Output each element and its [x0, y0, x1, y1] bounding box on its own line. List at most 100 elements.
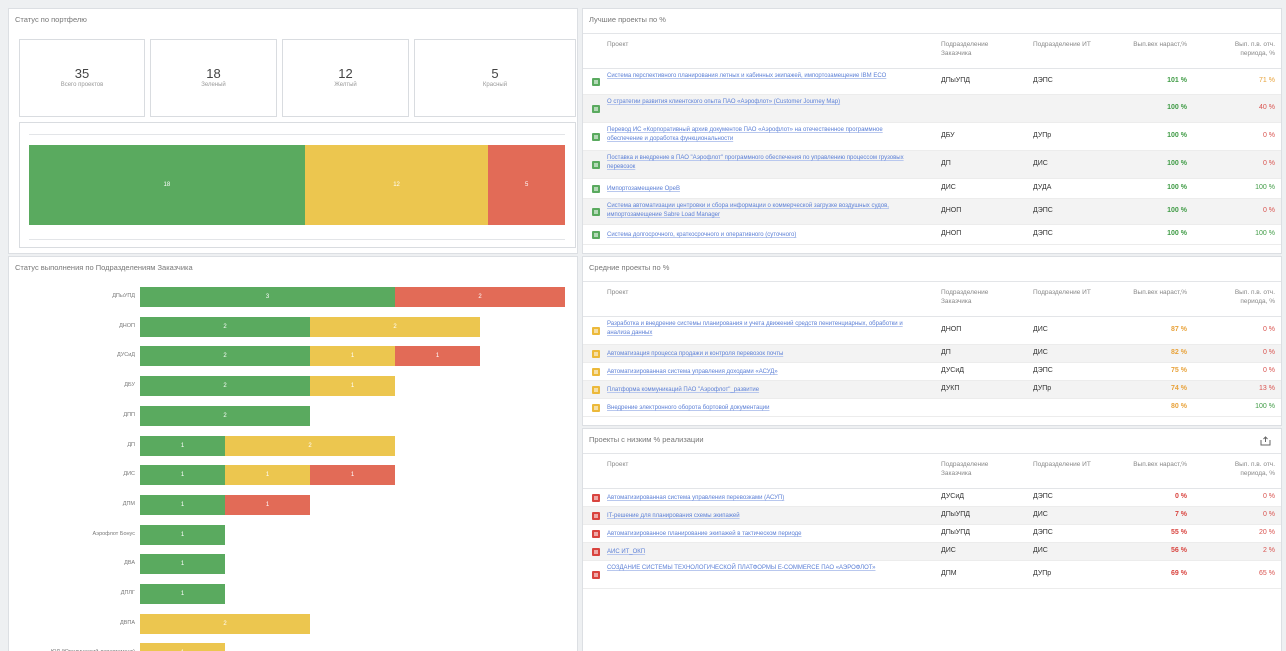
cumulative-pct-cell: 7 % — [1174, 511, 1187, 518]
low-title: Проекты с низким % реализации — [589, 435, 704, 444]
table-row[interactable]: Разработка и внедрение системы планирова… — [583, 317, 1281, 345]
division-bar-yellow[interactable]: 2 — [225, 435, 395, 456]
stat-green-label: Зеленый — [201, 82, 226, 88]
portfolio-bar-segment[interactable]: 5 — [488, 145, 565, 225]
table-row[interactable]: Система долгосрочного, краткосрочного и … — [583, 225, 1281, 245]
division-bar-green[interactable]: 3 — [140, 287, 395, 307]
project-link[interactable]: Поставка и внедрение в ПАО "Аэрофлот" пр… — [607, 154, 917, 172]
status-indicator — [592, 530, 600, 538]
portfolio-stacked-bar: 18 12 5 — [29, 145, 565, 225]
portfolio-bar-segment[interactable]: 12 — [304, 145, 489, 225]
it-division-cell: ДУПр — [1033, 570, 1052, 577]
project-link[interactable]: IT-решение для планирования схемы экипаж… — [607, 512, 917, 521]
division-bar-green[interactable]: 2 — [140, 316, 310, 337]
division-bar-green[interactable]: 1 — [140, 435, 225, 456]
table-row[interactable]: Система автоматизации центровки и сбора … — [583, 199, 1281, 225]
table-row[interactable]: Автоматизированное планирование экипажей… — [583, 525, 1281, 543]
division-bar-green[interactable]: 1 — [140, 494, 225, 515]
it-division-cell: ДИС — [1033, 160, 1048, 167]
table-row[interactable]: IT-решение для планирования схемы экипаж… — [583, 507, 1281, 525]
stat-total[interactable]: 35 Всего проектов — [19, 39, 145, 117]
division-bar-red[interactable]: 1 — [225, 494, 310, 515]
cumulative-pct-cell: 74 % — [1171, 385, 1187, 392]
stat-red[interactable]: 5 Красный — [414, 39, 576, 117]
customer-division-cell: ДПыУПД — [941, 529, 971, 536]
division-bar-green[interactable]: 2 — [140, 405, 310, 426]
project-link[interactable]: АИС ИТ_ОКП — [607, 548, 917, 557]
table-row[interactable]: Импортозамещение OpeB ДИС ДУДА 100 % 100 % — [583, 179, 1281, 199]
mid-title: Средние проекты по % — [589, 263, 670, 272]
project-link[interactable]: Система долгосрочного, краткосрочного и … — [607, 231, 917, 240]
division-bar-red[interactable]: 1 — [395, 346, 480, 367]
table-row[interactable]: СОЗДАНИЕ СИСТЕМЫ ТЕХНОЛОГИЧЕСКОЙ ПЛАТФОР… — [583, 561, 1281, 589]
col-it-division: Подразделение ИТ — [1033, 461, 1091, 468]
customer-division-cell: ДНОП — [941, 230, 962, 237]
customer-division-cell: ДУСиД — [941, 493, 964, 500]
table-row[interactable]: Поставка и внедрение в ПАО "Аэрофлот" пр… — [583, 151, 1281, 179]
stat-yellow[interactable]: 12 Желтый — [282, 39, 409, 117]
cumulative-pct-cell: 100 % — [1167, 132, 1187, 139]
project-link[interactable]: Автоматизированная система управления пе… — [607, 494, 917, 503]
division-bar-yellow[interactable]: 1 — [310, 346, 395, 367]
cumulative-pct-cell: 101 % — [1167, 77, 1187, 84]
division-bar-yellow[interactable]: 1 — [310, 376, 395, 397]
period-pct-cell: 0 % — [1262, 349, 1275, 356]
table-row[interactable]: Система перспективного планирования летн… — [583, 69, 1281, 95]
project-link[interactable]: СОЗДАНИЕ СИСТЕМЫ ТЕХНОЛОГИЧЕСКОЙ ПЛАТФОР… — [607, 564, 917, 573]
table-row[interactable]: Внедрение электронного оборота бортовой … — [583, 399, 1281, 417]
project-link[interactable]: Платформа коммуникаций ПАО "Аэрофлот"_ра… — [607, 386, 917, 395]
division-bar-green[interactable]: 1 — [140, 524, 225, 545]
division-bar-green[interactable]: 2 — [140, 346, 310, 367]
portfolio-bar-segment[interactable]: 18 — [29, 145, 305, 225]
stat-yellow-label: Желтый — [334, 82, 357, 88]
cumulative-pct-cell: 80 % — [1171, 403, 1187, 410]
table-row[interactable]: Автоматизированная система управления пе… — [583, 489, 1281, 507]
project-link[interactable]: Автоматизированная система управления до… — [607, 368, 917, 377]
customer-division-cell: ДП — [941, 349, 951, 356]
col-customer-division: Подразделение Заказчика — [941, 41, 989, 57]
status-indicator — [592, 231, 600, 239]
col-cumulative-pct: Вып.вех нараст,% — [1133, 41, 1187, 48]
division-bar-green[interactable]: 2 — [140, 376, 310, 397]
table-row[interactable]: Автоматизация процесса продажи и контрол… — [583, 345, 1281, 363]
division-bar-yellow[interactable]: 1 — [140, 643, 225, 651]
division-bar-yellow[interactable]: 2 — [140, 613, 310, 634]
project-link[interactable]: Разработка и внедрение системы планирова… — [607, 320, 917, 338]
project-link[interactable]: О стратегии развития клиентского опыта П… — [607, 98, 917, 107]
status-indicator — [592, 548, 600, 556]
project-link[interactable]: Автоматизация процесса продажи и контрол… — [607, 350, 917, 359]
division-bar-green[interactable]: 1 — [140, 465, 225, 486]
col-it-division: Подразделение ИТ — [1033, 41, 1091, 48]
project-link[interactable]: Внедрение электронного оборота бортовой … — [607, 404, 917, 413]
division-bar-green[interactable]: 1 — [140, 554, 225, 575]
project-link[interactable]: Автоматизированное планирование экипажей… — [607, 530, 917, 539]
status-indicator — [592, 185, 600, 193]
export-icon[interactable] — [1260, 436, 1271, 446]
table-row[interactable]: АИС ИТ_ОКП ДИС ДИС 56 % 2 % — [583, 543, 1281, 561]
table-row[interactable]: Перевод ИС «Корпоративный архив документ… — [583, 123, 1281, 151]
period-pct-cell: 0 % — [1262, 511, 1275, 518]
cumulative-pct-cell: 87 % — [1171, 326, 1187, 333]
customer-division-cell: ДНОП — [941, 326, 962, 333]
table-row[interactable]: О стратегии развития клиентского опыта П… — [583, 95, 1281, 123]
project-link[interactable]: Система перспективного планирования летн… — [607, 72, 917, 81]
division-bar-red[interactable]: 2 — [395, 287, 565, 307]
it-division-cell: ДЭПС — [1033, 493, 1053, 500]
cumulative-pct-cell: 100 % — [1167, 230, 1187, 237]
stat-green[interactable]: 18 Зеленый — [150, 39, 277, 117]
col-period-pct: Вып. п.в. отч. периода, % — [1234, 289, 1275, 305]
division-bar-green[interactable]: 1 — [140, 584, 225, 604]
customer-division-cell: ДПыУПД — [941, 511, 971, 518]
col-period-pct: Вып. п.в. отч. периода, % — [1234, 461, 1275, 477]
col-project: Проект — [607, 289, 629, 296]
division-bar-yellow[interactable]: 2 — [310, 316, 480, 337]
table-row[interactable]: Автоматизированная система управления до… — [583, 363, 1281, 381]
period-pct-cell: 100 % — [1255, 230, 1275, 237]
project-link[interactable]: Импортозамещение OpeB — [607, 185, 917, 194]
division-bar-yellow[interactable]: 1 — [225, 465, 310, 486]
division-bar-red[interactable]: 1 — [310, 465, 395, 486]
table-header: Проект Подразделение Заказчика Подраздел… — [583, 453, 1281, 489]
project-link[interactable]: Перевод ИС «Корпоративный архив документ… — [607, 126, 917, 144]
project-link[interactable]: Система автоматизации центровки и сбора … — [607, 202, 917, 220]
table-row[interactable]: Платформа коммуникаций ПАО "Аэрофлот"_ра… — [583, 381, 1281, 399]
